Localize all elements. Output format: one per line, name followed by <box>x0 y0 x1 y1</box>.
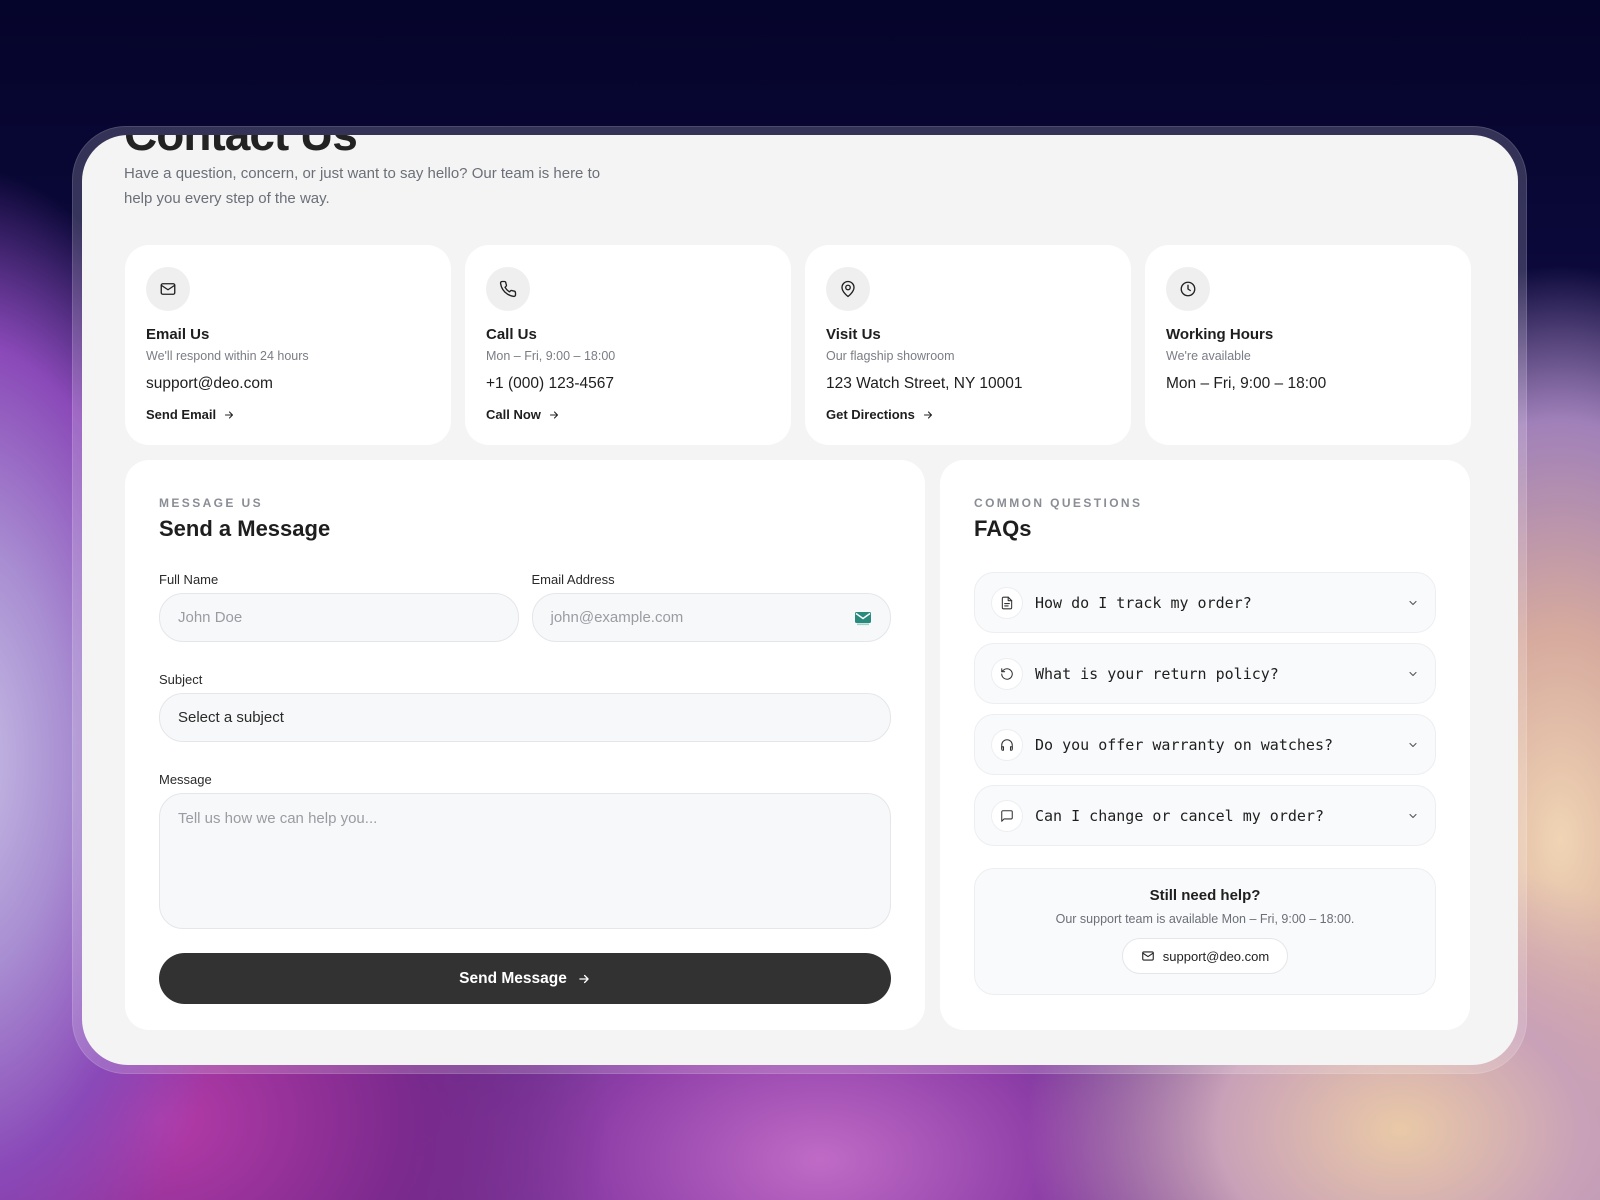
full-name-input[interactable]: John Doe <box>159 593 519 642</box>
faq-question: Can I change or cancel my order? <box>1035 806 1324 825</box>
form-eyebrow: MESSAGE US <box>159 496 264 510</box>
mail-icon <box>1141 951 1154 961</box>
document-icon <box>991 586 1023 619</box>
card-title: Visit Us <box>826 326 881 343</box>
arrow-right-icon <box>549 410 558 419</box>
email-placeholder: john@example.com <box>550 609 684 626</box>
email-badge-icon <box>855 611 871 625</box>
faq-eyebrow: COMMON QUESTIONS <box>974 496 1143 510</box>
card-value: Mon – Fri, 9:00 – 18:00 <box>1166 375 1327 392</box>
page-subtitle: Have a question, concern, or just want t… <box>124 165 601 207</box>
card-value: +1 (000) 123-4567 <box>486 375 614 392</box>
contact-card-visit: Visit Us Our flagship showroom 123 Watch… <box>805 245 1131 445</box>
send-message-label: Send Message <box>459 969 567 987</box>
help-title: Still need help? <box>1149 887 1261 904</box>
support-email-label: support@deo.com <box>1162 948 1270 964</box>
message-label: Message <box>159 772 212 787</box>
page-title: Contact Us <box>124 135 358 161</box>
card-description: We'll respond within 24 hours <box>146 349 309 363</box>
full-name-label: Full Name <box>159 572 219 587</box>
card-description: We're available <box>1166 349 1251 363</box>
message-square-icon <box>991 799 1023 832</box>
card-value: 123 Watch Street, NY 10001 <box>826 375 1023 392</box>
message-textarea[interactable]: Tell us how we can help you... <box>159 793 891 929</box>
card-title: Call Us <box>486 326 537 343</box>
contact-panel: Contact Us Have a question, concern, or … <box>82 135 1518 1065</box>
link-label: Call Now <box>486 407 541 422</box>
rotate-ccw-icon <box>991 657 1023 690</box>
arrow-right-icon <box>579 974 589 983</box>
contact-cards: Email Us We'll respond within 24 hours s… <box>125 245 1471 445</box>
faq-card: COMMON QUESTIONS FAQs How do I track my … <box>940 460 1470 1030</box>
subject-label: Subject <box>159 672 203 687</box>
card-description: Our flagship showroom <box>826 349 955 363</box>
arrow-right-icon <box>225 410 234 419</box>
chevron-down-icon <box>1409 600 1417 605</box>
subject-select[interactable]: Select a subject <box>159 693 891 742</box>
support-email-button[interactable]: support@deo.com <box>1122 938 1288 974</box>
faq-title: FAQs <box>974 516 1032 541</box>
chevron-down-icon <box>1409 742 1417 747</box>
card-title: Working Hours <box>1166 326 1274 343</box>
contact-card-call: Call Us Mon – Fri, 9:00 – 18:00 +1 (000)… <box>465 245 791 445</box>
phone-icon <box>486 267 530 311</box>
faq-item[interactable]: Do you offer warranty on watches? <box>974 714 1436 775</box>
contact-card-email: Email Us We'll respond within 24 hours s… <box>125 245 451 445</box>
chevron-down-icon <box>1409 813 1417 818</box>
clock-icon <box>1166 267 1210 311</box>
email-label: Email Address <box>531 572 615 587</box>
chevron-down-icon <box>1409 671 1417 676</box>
link-label: Send Email <box>146 407 217 422</box>
contact-card-hours: Working Hours We're available Mon – Fri,… <box>1145 245 1471 445</box>
link-label: Get Directions <box>826 407 915 422</box>
faq-question: Do you offer warranty on watches? <box>1035 735 1334 754</box>
card-title: Email Us <box>146 326 210 343</box>
subject-value: Select a subject <box>178 709 284 726</box>
faq-question: How do I track my order? <box>1035 593 1252 612</box>
call-now-link[interactable]: Call Now <box>486 407 560 422</box>
message-form-card: MESSAGE US Send a Message Full Name John… <box>125 460 925 1030</box>
arrow-right-icon <box>923 410 932 419</box>
form-title: Send a Message <box>159 516 331 541</box>
faq-item[interactable]: What is your return policy? <box>974 643 1436 704</box>
faq-list: How do I track my order? What is your re… <box>974 572 1436 846</box>
send-message-button[interactable]: Send Message <box>159 953 891 1004</box>
faq-item[interactable]: How do I track my order? <box>974 572 1436 633</box>
message-placeholder: Tell us how we can help you... <box>178 810 378 827</box>
headphones-icon <box>991 728 1023 761</box>
help-description: Our support team is available Mon – Fri,… <box>1055 912 1355 926</box>
full-name-placeholder: John Doe <box>178 609 243 626</box>
mail-icon <box>146 267 190 311</box>
card-description: Mon – Fri, 9:00 – 18:00 <box>486 349 616 363</box>
send-email-link[interactable]: Send Email <box>146 407 235 422</box>
email-input[interactable]: john@example.com <box>531 593 891 642</box>
faq-item[interactable]: Can I change or cancel my order? <box>974 785 1436 846</box>
still-need-help-box: Still need help? Our support team is ava… <box>974 868 1436 995</box>
get-directions-link[interactable]: Get Directions <box>826 407 934 422</box>
faq-question: What is your return policy? <box>1035 664 1279 683</box>
map-pin-icon <box>826 267 870 311</box>
card-value: support@deo.com <box>146 375 273 392</box>
